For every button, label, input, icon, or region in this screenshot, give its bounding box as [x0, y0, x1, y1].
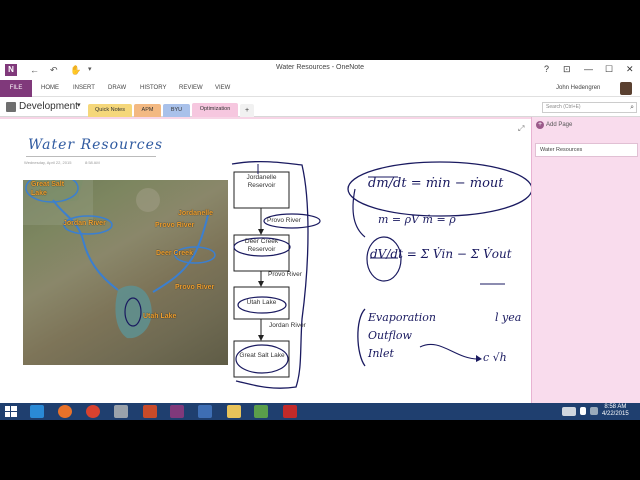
- taskbar-clock[interactable]: 8:58 AM 4/22/2015: [602, 404, 629, 418]
- note-outflow: Outflow: [368, 329, 412, 342]
- notebook-name[interactable]: Development: [19, 100, 78, 114]
- r-app-icon[interactable]: [283, 405, 297, 418]
- mass-balance-equation: dm/dt = ṁin − ṁout: [368, 176, 504, 191]
- flow-label-provo-river-2: Provo River: [268, 271, 302, 278]
- page-list-pane: + Add Page Water Resources: [531, 117, 640, 403]
- section-tab-optimization[interactable]: Optimization: [192, 103, 238, 117]
- network-app-icon[interactable]: [198, 405, 212, 418]
- search-icon[interactable]: ⌕: [630, 103, 634, 112]
- plus-icon: +: [536, 121, 544, 129]
- tab-history[interactable]: HISTORY: [140, 80, 166, 97]
- minimize-button[interactable]: —: [584, 62, 593, 76]
- note-one-year: l yea: [495, 311, 522, 324]
- file-explorer-icon[interactable]: [227, 405, 241, 418]
- note-page[interactable]: ⤢ Water Resources Wednesday, April 22, 2…: [0, 117, 531, 403]
- windows-start-icon[interactable]: [4, 405, 18, 418]
- section-tab-byu[interactable]: BYU: [163, 104, 190, 117]
- add-page-button[interactable]: + Add Page: [536, 121, 572, 129]
- clock-time: 8:58 AM: [604, 404, 627, 410]
- onenote-taskbar-icon[interactable]: [170, 405, 184, 418]
- letterbox-top: [0, 0, 640, 60]
- page-item-water-resources[interactable]: Water Resources: [535, 143, 638, 157]
- flow-label-jordan-river: Jordan River: [269, 322, 306, 329]
- internet-explorer-icon[interactable]: [30, 405, 44, 418]
- clock-date: 4/22/2015: [602, 411, 629, 417]
- keyboard-icon[interactable]: [562, 407, 576, 416]
- onenote-window: N ← ↶ ✋ ▾ Water Resources - OneNote ? ⊡ …: [0, 0, 640, 480]
- ink-drawing-layer: [231, 160, 531, 389]
- tab-home[interactable]: HOME: [41, 80, 59, 97]
- tab-view[interactable]: VIEW: [215, 80, 230, 97]
- volume-icon[interactable]: [590, 407, 598, 415]
- reservoir-great-salt-lake: Great Salt Lake: [239, 352, 285, 359]
- title-bar: N ← ↶ ✋ ▾ Water Resources - OneNote ? ⊡ …: [0, 60, 640, 80]
- reservoir-utah-lake: Utah Lake: [246, 299, 277, 306]
- notebook-bar: Development ▾ Quick Notes APM BYU Optimi…: [0, 97, 640, 117]
- tab-draw[interactable]: DRAW: [108, 80, 126, 97]
- ribbon-display-icon[interactable]: ⊡: [563, 62, 571, 76]
- avatar[interactable]: [620, 82, 632, 95]
- firefox-icon[interactable]: [58, 405, 72, 418]
- close-button[interactable]: ✕: [626, 62, 634, 76]
- search-placeholder: Search (Ctrl+E): [546, 104, 581, 110]
- reservoir-deer-creek: Deer Creek Reservoir: [244, 238, 279, 253]
- help-icon[interactable]: ?: [544, 62, 549, 76]
- letterbox-bottom: [0, 420, 640, 480]
- section-tab-apm[interactable]: APM: [134, 104, 161, 117]
- note-inlet: Inlet: [368, 347, 394, 360]
- notebook-icon[interactable]: [6, 102, 16, 112]
- add-page-label: Add Page: [546, 122, 573, 128]
- density-equation: m = ρV ṁ = ρ: [378, 213, 456, 226]
- flow-label-provo-river-1: Provo River: [267, 217, 301, 224]
- note-evaporation: Evaporation: [368, 311, 436, 324]
- windows-taskbar: 8:58 AM 4/22/2015: [0, 403, 640, 420]
- inlet-formula: c √h: [483, 351, 507, 364]
- app-icon-generic[interactable]: [114, 405, 128, 418]
- system-tray-icon[interactable]: [580, 407, 586, 415]
- reservoir-jordanelle: Jordanelle Reservoir: [246, 174, 277, 189]
- search-input[interactable]: Search (Ctrl+E) ⌕: [542, 102, 637, 113]
- section-tab-quick-notes[interactable]: Quick Notes: [88, 104, 132, 117]
- ribbon-tabs: FILE HOME INSERT DRAW HISTORY REVIEW VIE…: [0, 80, 640, 97]
- user-name[interactable]: John Hedengren: [556, 80, 600, 97]
- chevron-down-icon[interactable]: ▾: [77, 101, 81, 109]
- maximize-button[interactable]: ☐: [605, 62, 613, 76]
- tab-review[interactable]: REVIEW: [179, 80, 203, 97]
- paint-icon[interactable]: [254, 405, 268, 418]
- matlab-icon[interactable]: [143, 405, 157, 418]
- chrome-icon[interactable]: [86, 405, 100, 418]
- add-section-button[interactable]: +: [240, 104, 254, 117]
- volume-balance-equation: dV/dt = Σ V̇in − Σ V̇out: [370, 247, 512, 261]
- file-tab[interactable]: FILE: [0, 80, 32, 97]
- tab-insert[interactable]: INSERT: [73, 80, 95, 97]
